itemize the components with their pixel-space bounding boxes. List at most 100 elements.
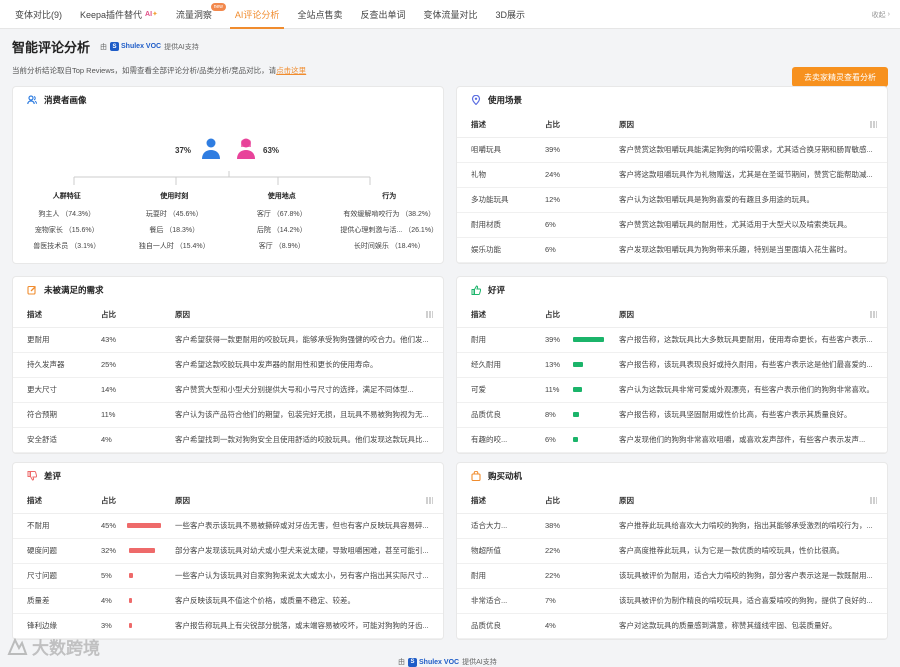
male-icon bbox=[200, 137, 222, 159]
table-row: 耐用22%该玩具被评价为耐用，适合大力啃咬的狗狗，部分客户表示这是一款既耐用..… bbox=[457, 563, 887, 588]
table-header-row: 描述占比原因 bbox=[457, 113, 887, 137]
row-description: 经久耐用 bbox=[457, 352, 531, 377]
percentage-bar bbox=[129, 623, 132, 628]
tab-3d[interactable]: 3D展示 bbox=[486, 0, 534, 29]
table-row: 持久发声器25%客户希望这款咬胶玩具中发声器的耐用性和更长的使用寿命。 bbox=[13, 352, 443, 377]
analysis-note: 当前分析结论取自Top Reviews，如需查看全部评论分析/品类分析/竞品对比… bbox=[12, 65, 888, 76]
row-description: 适合大力... bbox=[457, 513, 531, 538]
column-header: 占比 bbox=[531, 303, 605, 327]
tab-traffic-insight[interactable]: 流量洞察new bbox=[167, 0, 226, 29]
table-row: 多功能玩具12%客户认为这款咀嚼玩具是狗狗喜爱的有趣且多用途的玩具。 bbox=[457, 187, 887, 212]
tab-keepa[interactable]: Keepa插件替代AI✦ bbox=[71, 0, 167, 29]
motivation-table: 描述占比原因适合大力...38%客户推荐此玩具给喜欢大力啃咬的狗狗，指出其能够承… bbox=[457, 489, 887, 639]
percentage-bar bbox=[573, 437, 578, 442]
row-percentage: 6% bbox=[531, 212, 605, 237]
row-reason: 客户对这款玩具的质量感到满意，称赞其缝线牢固、包装质量好。 bbox=[605, 613, 887, 638]
column-settings-icon[interactable] bbox=[870, 497, 877, 504]
gender-split: 37% 63% bbox=[13, 113, 443, 179]
row-percentage: 38% bbox=[531, 513, 605, 538]
row-description: 礼物 bbox=[457, 162, 531, 187]
row-reason: 客户赞赏这款咀嚼玩具的耐用性，尤其适用于大型犬以及啃索类玩具。 bbox=[605, 212, 887, 237]
row-reason: 客户希望获得一款更耐用的咬胶玩具，能够承受狗狗强健的咬合力。他们发... bbox=[161, 327, 443, 352]
persona-group: 行为 有效缓解啃咬行为 （38.2%） 提供心理刺激与活... （26.1%） … bbox=[336, 191, 444, 257]
column-settings-icon[interactable] bbox=[870, 311, 877, 318]
ai-badge: AI✦ bbox=[145, 10, 158, 18]
table-row: 经久耐用13%客户报告称，该玩具表现良好或持久耐用，有些客户表示这是他们最喜爱的… bbox=[457, 352, 887, 377]
column-header: 描述 bbox=[13, 489, 87, 513]
table-row: 更大尺寸14%客户赞赏大型和小型犬分别提供大号和小号尺寸的选择，满足不同体型..… bbox=[13, 377, 443, 402]
watermark: 大数跨境 bbox=[6, 634, 100, 659]
row-description: 有趣的咬... bbox=[457, 427, 531, 452]
row-reason: 客户报告称，这款玩具比大多数玩具更耐用，使用寿命更长，有些客户表示... bbox=[605, 327, 887, 352]
table-row: 耐用材质6%客户赞赏这款咀嚼玩具的耐用性，尤其适用于大型犬以及啃索类玩具。 bbox=[457, 212, 887, 237]
table-row: 适合大力...38%客户推荐此玩具给喜欢大力啃咬的狗狗，指出其能够承受激烈的啃咬… bbox=[457, 513, 887, 538]
table-header-row: 描述占比原因 bbox=[13, 303, 443, 327]
tab-ai-review[interactable]: AI评论分析 bbox=[226, 0, 289, 29]
table-row: 咀嚼玩具39%客户赞赏这款咀嚼玩具能满足狗狗的啃咬需求，尤其适合换牙期和肠胃敏感… bbox=[457, 137, 887, 162]
table-row: 尺寸问题5%一些客户认为该玩具对自家狗狗来说太大或太小，另有客户指出其实际尺寸.… bbox=[13, 563, 443, 588]
negative-card: 差评 描述占比原因不耐用45%一些客户表示该玩具不易被撕碎或对牙齿无害，但也有客… bbox=[12, 462, 444, 640]
row-description: 娱乐功能 bbox=[457, 237, 531, 262]
row-reason: 一些客户认为该玩具对自家狗狗来说太大或太小，另有客户指出其实际尺寸... bbox=[161, 563, 443, 588]
scenario-card: 使用场景 描述占比原因咀嚼玩具39%客户赞赏这款咀嚼玩具能满足狗狗的啃咬需求，尤… bbox=[456, 86, 888, 264]
row-reason: 客户认为该产品符合他们的期望，包装完好无损，且玩具不易被狗狗视为无... bbox=[161, 402, 443, 427]
shulex-logo: SShulex VOC bbox=[110, 42, 161, 51]
row-reason: 该玩具被评价为制作精良的啃咬玩具，适合喜爱啃咬的狗狗，提供了良好的... bbox=[605, 588, 887, 613]
column-settings-icon[interactable] bbox=[870, 121, 877, 128]
shulex-logo-icon: S bbox=[110, 42, 119, 51]
column-header: 描述 bbox=[457, 113, 531, 137]
row-reason: 客户高度推荐此玩具，认为它是一款优质的啃咬玩具，性价比很高。 bbox=[605, 538, 887, 563]
percentage-bar bbox=[127, 523, 161, 528]
persona-group: 使用地点 客厅 （67.8%） 后院 （14.2%） 客厅 （8.9%） bbox=[228, 191, 336, 257]
row-percentage: 12% bbox=[531, 187, 605, 212]
row-description: 更耐用 bbox=[13, 327, 87, 352]
row-percentage: 11% bbox=[531, 377, 605, 402]
row-reason: 客户发现这款咀嚼玩具为狗狗带来乐趣，特别是当里面填入花生酱时。 bbox=[605, 237, 887, 262]
column-settings-icon[interactable] bbox=[426, 311, 433, 318]
row-description: 持久发声器 bbox=[13, 352, 87, 377]
row-percentage: 24% bbox=[531, 162, 605, 187]
column-settings-icon[interactable] bbox=[426, 497, 433, 504]
column-header: 原因 bbox=[605, 303, 887, 327]
row-description: 不耐用 bbox=[13, 513, 87, 538]
row-reason: 部分客户发现该玩具对幼犬或小型犬来说太硬，导致咀嚼困难，甚至可能引... bbox=[161, 538, 443, 563]
column-header: 原因 bbox=[161, 303, 443, 327]
row-percentage: 4% bbox=[531, 613, 605, 638]
percentage-bar bbox=[573, 362, 583, 367]
row-reason: 一些客户表示该玩具不易被撕碎或对牙齿无害，但也有客户反映玩具容易碎... bbox=[161, 513, 443, 538]
table-row: 娱乐功能6%客户发现这款咀嚼玩具为狗狗带来乐趣，特别是当里面填入花生酱时。 bbox=[457, 237, 887, 262]
shulex-logo-icon: S bbox=[408, 658, 417, 667]
tab-global-sales[interactable]: 全站点售卖 bbox=[288, 0, 351, 29]
persona-group: 使用时刻 玩耍时 （45.6%） 餐后 （18.3%） 独自一人时 （15.4%… bbox=[121, 191, 229, 257]
row-description: 耐用 bbox=[457, 327, 531, 352]
collapse-button[interactable]: 收起› bbox=[872, 0, 890, 29]
chevron-right-icon: › bbox=[888, 11, 890, 18]
row-reason: 客户认为这款玩具非常可爱或外观漂亮，有些客户表示他们的狗狗非常喜欢。 bbox=[605, 377, 887, 402]
row-percentage: 6% bbox=[531, 427, 605, 452]
motivation-title: 购买动机 bbox=[488, 470, 522, 482]
row-reason: 客户希望找到一款对狗狗安全且使用舒适的咬胶玩具。他们发现这款玩具比... bbox=[161, 427, 443, 452]
row-description: 耐用材质 bbox=[457, 212, 531, 237]
column-header: 描述 bbox=[457, 303, 531, 327]
persona-groups: 人群特征 狗主人 （74.3%） 宠物家长 （15.6%） 兽医技术员 （3.1… bbox=[13, 191, 443, 257]
row-description: 硬度问题 bbox=[13, 538, 87, 563]
row-percentage: 4% bbox=[87, 588, 161, 613]
female-pct: 63% bbox=[263, 146, 279, 155]
tab-variant-compare[interactable]: 变体对比(9) bbox=[6, 0, 71, 29]
positive-table: 描述占比原因耐用39%客户报告称，这款玩具比大多数玩具更耐用，使用寿命更长，有些… bbox=[457, 303, 887, 453]
ai-provider: 由 SShulex VOC 提供AI支持 bbox=[100, 42, 199, 52]
column-header: 原因 bbox=[605, 113, 887, 137]
shulex-logo: SShulex VOC bbox=[408, 658, 459, 667]
click-here-link[interactable]: 点击这里 bbox=[276, 66, 306, 75]
table-row: 品质优良4%客户对这款玩具的质量感到满意，称赞其缝线牢固、包装质量好。 bbox=[457, 613, 887, 638]
scenario-title: 使用场景 bbox=[488, 94, 522, 106]
male-pct: 37% bbox=[175, 146, 191, 155]
tab-reverse-keywords[interactable]: 反查出单词 bbox=[351, 0, 414, 29]
tab-variant-traffic[interactable]: 变体流量对比 bbox=[414, 0, 486, 29]
persona-tree-lines bbox=[13, 171, 444, 185]
column-header: 占比 bbox=[531, 113, 605, 137]
row-percentage: 13% bbox=[531, 352, 605, 377]
motivation-card: 购买动机 描述占比原因适合大力...38%客户推荐此玩具给喜欢大力啃咬的狗狗，指… bbox=[456, 462, 888, 640]
female-icon bbox=[235, 137, 257, 159]
view-in-sellersprite-button[interactable]: 去卖家精灵查看分析 bbox=[792, 67, 888, 87]
